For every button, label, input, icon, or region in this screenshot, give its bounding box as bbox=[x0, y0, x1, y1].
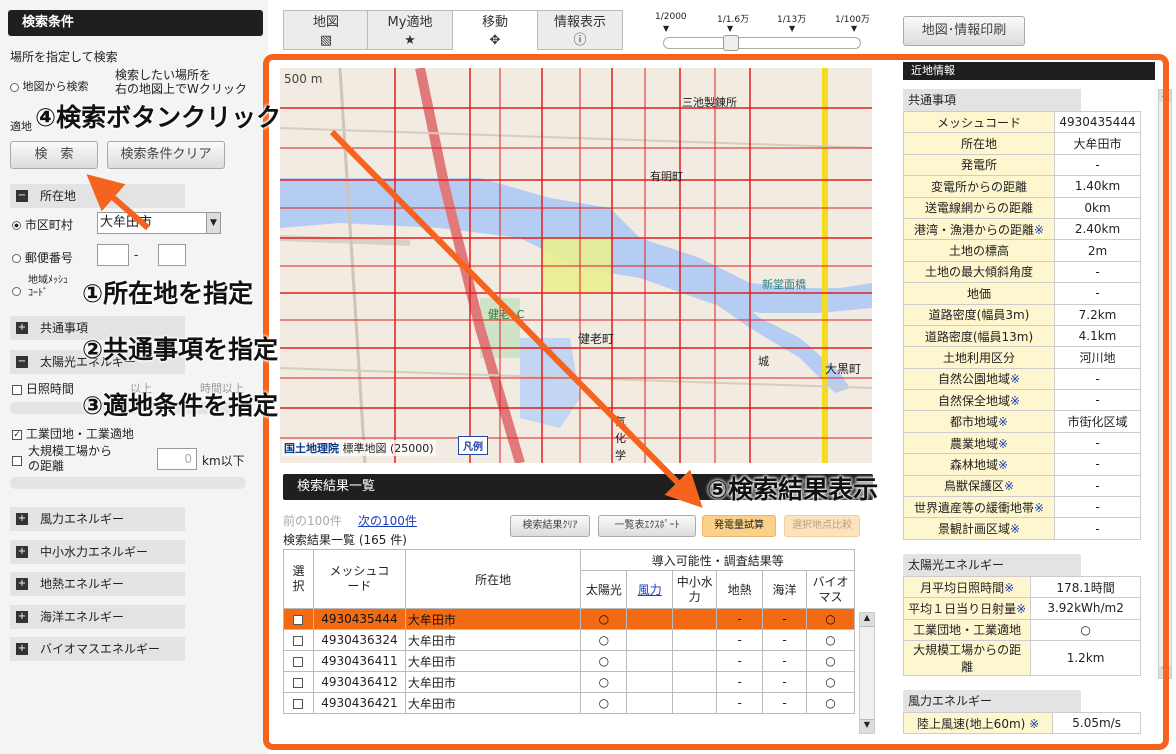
annotation-step4: ④検索ボタンクリック bbox=[35, 103, 282, 132]
annotation-step5: ⑤検索結果表示 bbox=[707, 475, 879, 504]
annotation-step2: ②共通事項を指定 bbox=[82, 335, 279, 364]
annotation-step3: ③適地条件を指定 bbox=[82, 391, 279, 420]
annotation-step1: ①所在地を指定 bbox=[82, 279, 254, 308]
